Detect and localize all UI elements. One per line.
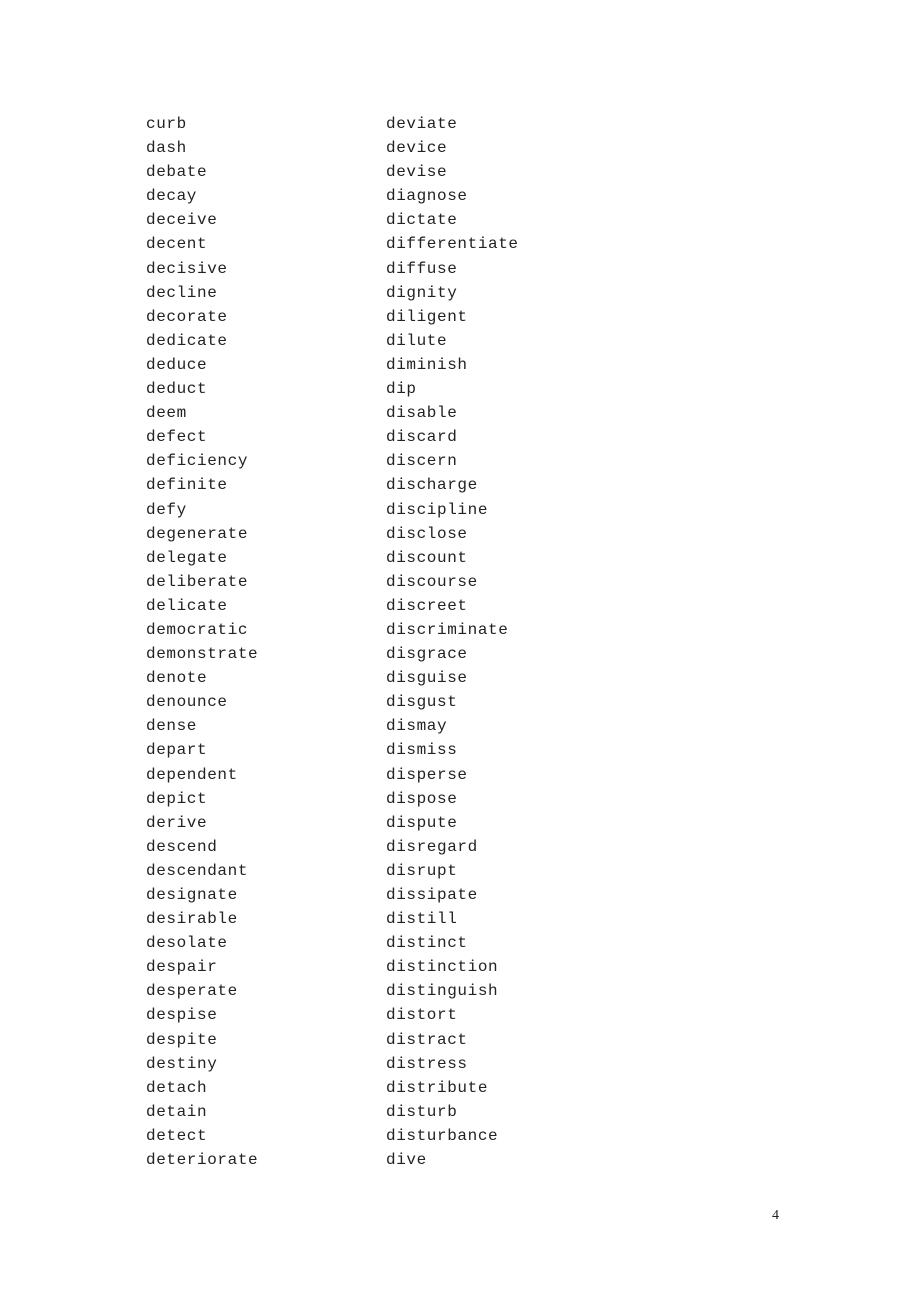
word-item: disgrace	[386, 645, 468, 664]
word-item: disable	[386, 404, 458, 423]
page-number: 4	[772, 1208, 779, 1223]
word-item: destiny	[146, 1054, 218, 1073]
word-item: deem	[146, 404, 187, 423]
document-page: curb dash debate decay deceive decent decisive…	[0, 0, 920, 1302]
word-item: disgust	[386, 693, 458, 712]
word-item: curb	[146, 115, 187, 133]
word-item: discourse	[386, 572, 478, 591]
word-item: decisive	[146, 259, 228, 278]
word-item: dictate	[386, 211, 458, 230]
word-item: desirable	[146, 910, 238, 929]
word-item: dismiss	[386, 741, 458, 760]
word-item: discern	[386, 452, 458, 471]
word-item: detach	[146, 1078, 208, 1097]
word-item: distinguish	[386, 982, 499, 1001]
word-item: deviate	[386, 115, 458, 133]
word-item: descend	[146, 837, 218, 856]
word-item: distribute	[386, 1078, 489, 1097]
word-item: decorate	[146, 307, 228, 326]
word-item: differentiate	[386, 235, 519, 254]
word-item: denounce	[146, 693, 228, 712]
word-item: desperate	[146, 982, 238, 1001]
word-item: devise	[386, 163, 448, 182]
word-item: distill	[386, 910, 458, 929]
word-item: distinction	[386, 958, 499, 977]
word-item: deduct	[146, 380, 208, 399]
word-item: discriminate	[386, 620, 509, 639]
word-item: discard	[386, 428, 458, 447]
word-item: despite	[146, 1030, 218, 1049]
word-item: derive	[146, 813, 208, 832]
word-item: dispose	[386, 789, 458, 808]
word-item: disturbance	[386, 1126, 499, 1145]
word-item: depart	[146, 741, 208, 760]
word-column-1: curb dash debate decay deceive decent decisive…	[146, 113, 386, 1173]
word-item: disperse	[386, 765, 468, 784]
word-item: debate	[146, 163, 208, 182]
word-item: delicate	[146, 596, 228, 615]
word-item: deliberate	[146, 572, 249, 591]
word-item: decay	[146, 187, 198, 206]
word-item: defy	[146, 500, 187, 519]
word-item: detain	[146, 1102, 208, 1121]
word-item: decline	[146, 283, 218, 302]
word-item: denote	[146, 669, 208, 688]
word-item: dense	[146, 717, 198, 736]
word-item: deduce	[146, 355, 208, 374]
word-item: dilute	[386, 331, 448, 350]
word-item: desolate	[146, 934, 228, 953]
word-item: discharge	[386, 476, 478, 495]
word-item: dip	[386, 380, 417, 399]
word-column-2: deviate device devise diagnose dictate differ…	[386, 113, 626, 1173]
word-item: device	[386, 139, 448, 158]
word-item: diagnose	[386, 187, 468, 206]
word-item: disclose	[386, 524, 468, 543]
word-item: designate	[146, 886, 238, 904]
word-item: deficiency	[146, 452, 249, 471]
word-item: democratic	[146, 620, 249, 639]
vocabulary-word-list: curb dash debate decay deceive decent decisive…	[146, 113, 626, 1173]
word-item: defect	[146, 428, 208, 447]
word-item: depict	[146, 789, 208, 808]
word-item: distract	[386, 1030, 468, 1049]
word-item: discipline	[386, 500, 489, 519]
word-item: decent	[146, 235, 208, 254]
word-item: delegate	[146, 548, 228, 567]
word-item: dive	[386, 1151, 427, 1170]
word-item: dissipate	[386, 886, 478, 904]
word-item: disrupt	[386, 861, 458, 880]
word-item: deteriorate	[146, 1151, 259, 1170]
word-item: demonstrate	[146, 645, 259, 664]
word-item: diffuse	[386, 259, 458, 278]
word-item: discreet	[386, 596, 468, 615]
word-item: disguise	[386, 669, 468, 688]
word-item: dispute	[386, 813, 458, 832]
word-item: disregard	[386, 837, 478, 856]
word-item: despise	[146, 1006, 218, 1025]
word-item: deceive	[146, 211, 218, 230]
word-item: descendant	[146, 861, 249, 880]
word-item: discount	[386, 548, 468, 567]
word-item: dismay	[386, 717, 448, 736]
word-item: distress	[386, 1054, 468, 1073]
word-item: definite	[146, 476, 228, 495]
word-item: dedicate	[146, 331, 228, 350]
word-item: despair	[146, 958, 218, 977]
word-item: distort	[386, 1006, 458, 1025]
word-item: dependent	[146, 765, 238, 784]
word-item: detect	[146, 1126, 208, 1145]
word-item: dignity	[386, 283, 458, 302]
word-item: disturb	[386, 1102, 458, 1121]
word-item: degenerate	[146, 524, 249, 543]
word-item: diligent	[386, 307, 468, 326]
word-item: dash	[146, 139, 187, 158]
word-item: distinct	[386, 934, 468, 953]
word-item: diminish	[386, 355, 468, 374]
